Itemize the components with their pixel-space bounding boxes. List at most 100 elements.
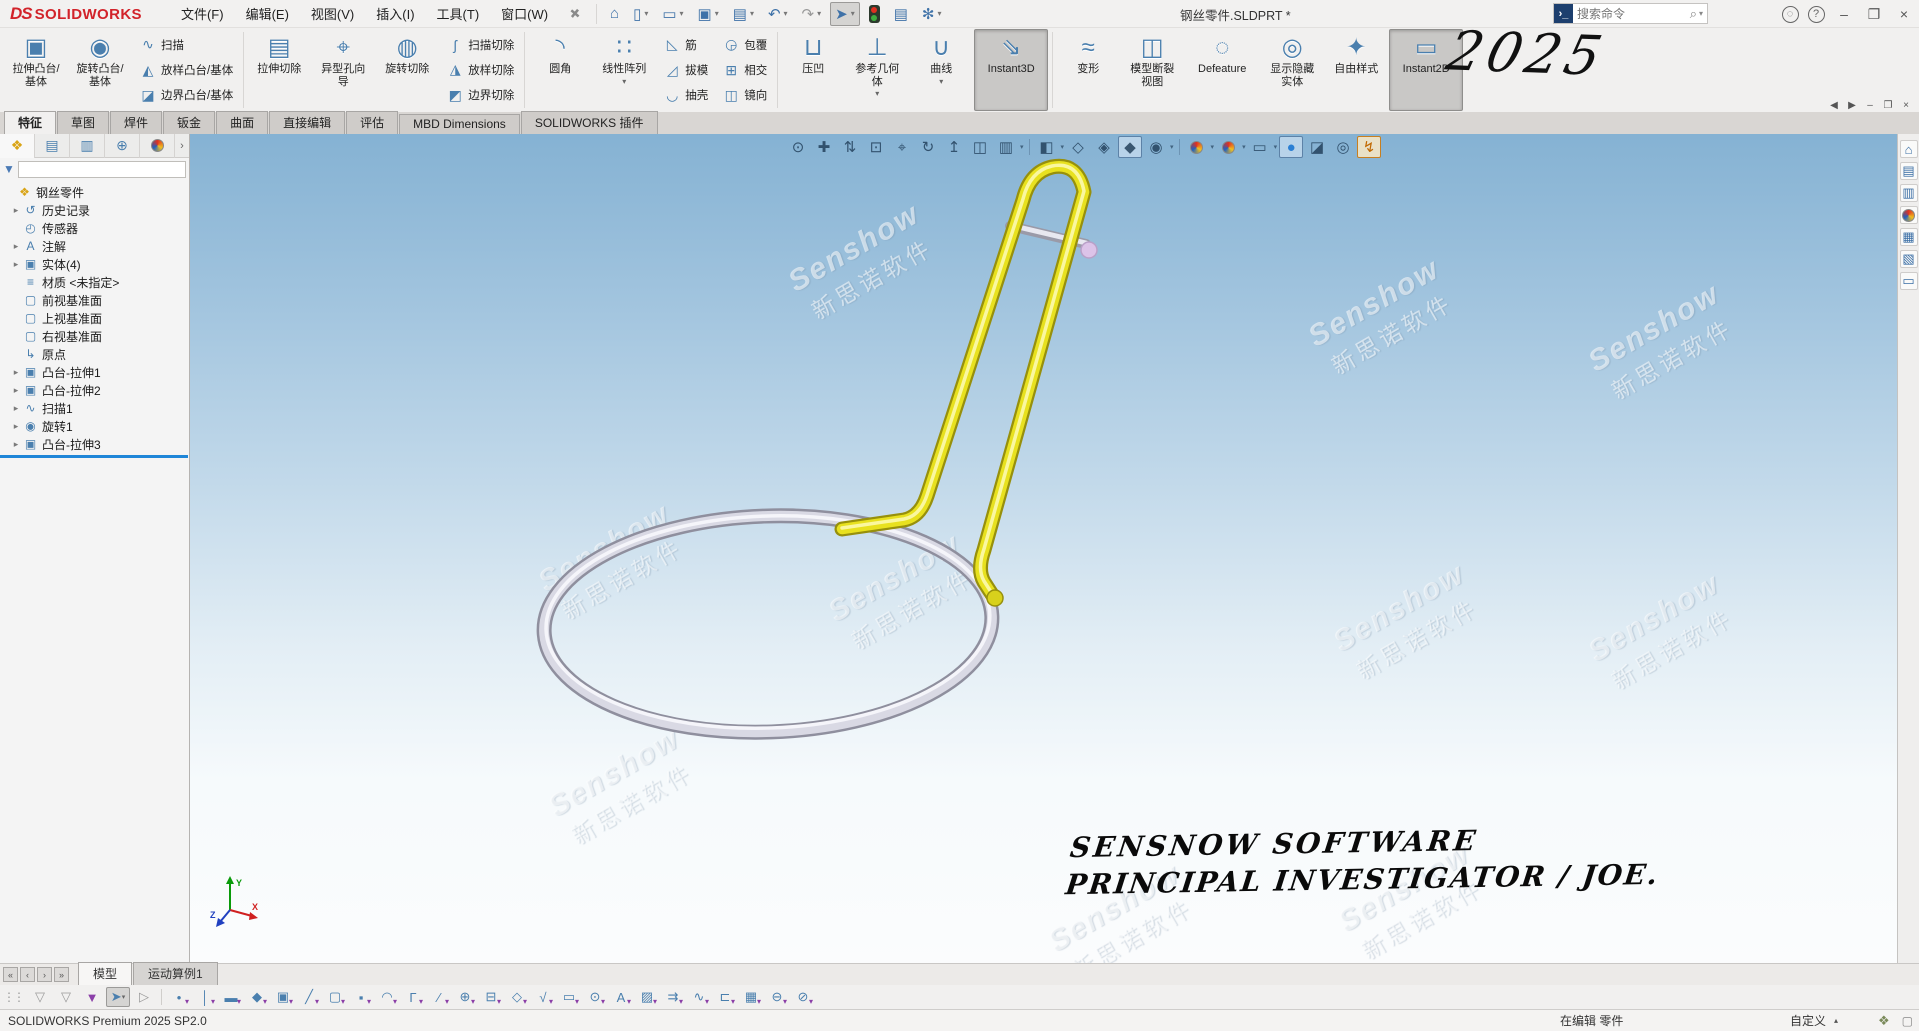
dimxpert-manager-tab[interactable]: ⊕ (105, 134, 140, 158)
filter-surface-finish[interactable]: ◇▾ (505, 987, 529, 1007)
customize-control[interactable]: 自定义 ▴ (1790, 1012, 1838, 1029)
tree-item-origin[interactable]: ↳原点 (0, 345, 189, 363)
filter-invert[interactable]: ▽ (54, 987, 78, 1007)
new-file-caret-icon[interactable]: ▾ (644, 9, 648, 18)
annotations-folder-expand-arrow[interactable]: ▸ (10, 241, 22, 252)
filter-vertices[interactable]: •▾ (167, 987, 191, 1007)
lofted-boss-base-button[interactable]: ◭放样凸台/基体 (134, 60, 238, 81)
revolved-cut-button[interactable]: ◍旋转切除 (376, 29, 438, 111)
menu-tools[interactable]: 工具(T) (426, 0, 491, 27)
design-library-icon[interactable]: ▤ (1900, 162, 1918, 180)
filter-weld-symbols[interactable]: ⇉▾ (661, 987, 685, 1007)
reference-geometry-button[interactable]: ⊥参考几何体▾ (846, 29, 908, 111)
tree-filter-input[interactable] (18, 161, 186, 178)
revolved-boss-base-button[interactable]: ◉旋转凸台/基体 (69, 29, 131, 111)
command-search[interactable]: ›_ ⌕ ▾ (1553, 3, 1708, 24)
first-tab-button[interactable]: « (3, 967, 18, 982)
filter-surface-bodies[interactable]: ◆▾ (245, 987, 269, 1007)
filter-dowel-pins[interactable]: ▦▾ (739, 987, 763, 1007)
custom-properties-icon[interactable]: ▧ (1900, 250, 1918, 268)
swept-boss-base-button[interactable]: ∿扫描 (134, 34, 238, 55)
reference-geometry-caret-icon[interactable]: ▾ (875, 89, 879, 98)
menu-edit[interactable]: 编辑(E) (235, 0, 300, 27)
tab-特征[interactable]: 特征 (4, 111, 56, 134)
doc-minimize-button[interactable]: – (1861, 98, 1879, 112)
menu-view[interactable]: 视图(V) (300, 0, 365, 27)
prev-tab-button[interactable]: ‹ (20, 967, 35, 982)
tab-草图[interactable]: 草图 (57, 111, 109, 134)
lasso-select[interactable]: ▷ (132, 987, 156, 1007)
model-break-view-button[interactable]: ◫模型断裂视图 (1121, 29, 1183, 111)
bottom-tab-运动算例1[interactable]: 运动算例1 (133, 962, 218, 985)
print-button[interactable]: ▤▾ (728, 2, 759, 26)
filter-weld-beads[interactable]: ∿▾ (687, 987, 711, 1007)
boundary-cut-button[interactable]: ◩边界切除 (441, 85, 519, 106)
filter-midpoints[interactable]: ∕▾ (427, 987, 451, 1007)
solid-bodies-folder-expand-arrow[interactable]: ▸ (10, 259, 22, 270)
filter-faces[interactable]: ▬▾ (219, 987, 243, 1007)
tab-MBD Dimensions[interactable]: MBD Dimensions (399, 114, 520, 134)
tree-root-part[interactable]: ❖钢丝零件 (0, 183, 189, 201)
tree-item-boss-extrude2[interactable]: ▸▣凸台-拉伸2 (0, 381, 189, 399)
filter-blocks[interactable]: ⊏▾ (713, 987, 737, 1007)
tab-焊件[interactable]: 焊件 (110, 111, 162, 134)
instant3d-button[interactable]: ⇘Instant3D (974, 29, 1048, 111)
tab-曲面[interactable]: 曲面 (216, 111, 268, 134)
options-gear-caret-icon[interactable]: ▾ (938, 9, 942, 18)
filter-sketch-segments[interactable]: Γ▾ (401, 987, 425, 1007)
deform-button[interactable]: ≈变形 (1057, 29, 1119, 111)
filter-center-marks[interactable]: ⊕▾ (453, 987, 477, 1007)
boss-extrude1-expand-arrow[interactable]: ▸ (10, 367, 22, 378)
menu-window[interactable]: 窗口(W) (490, 0, 559, 27)
new-file-button[interactable]: ▯▾ (628, 2, 653, 26)
rollback-bar[interactable] (0, 455, 188, 458)
filter-hatch[interactable]: ▨▾ (635, 987, 659, 1007)
select-tool-caret[interactable]: ▾ (122, 993, 126, 1001)
history-folder-expand-arrow[interactable]: ▸ (10, 205, 22, 216)
revolve1-expand-arrow[interactable]: ▸ (10, 421, 22, 432)
bottom-tab-模型[interactable]: 模型 (78, 962, 132, 985)
doc-close-button[interactable]: × (1897, 98, 1915, 112)
fillet-button[interactable]: ◝圆角 (529, 29, 591, 111)
linear-pattern-button[interactable]: ∷线性阵列▾ (593, 29, 655, 111)
search-dropdown-caret[interactable]: ▾ (1699, 9, 1707, 18)
menu-file[interactable]: 文件(F) (170, 0, 235, 27)
minimize-button[interactable]: – (1829, 2, 1859, 26)
tab-SOLIDWORKS 插件[interactable]: SOLIDWORKS 插件 (521, 111, 658, 134)
hole-wizard-button[interactable]: ⌖异型孔向导 (312, 29, 374, 111)
filter-edges[interactable]: │▾ (193, 987, 217, 1007)
tree-item-sweep1[interactable]: ▸∿扫描1 (0, 399, 189, 417)
swept-cut-button[interactable]: ʃ扫描切除 (441, 35, 519, 55)
linear-pattern-caret-icon[interactable]: ▾ (622, 77, 626, 86)
rib-button[interactable]: ◺筋 (658, 34, 713, 55)
sweep1-expand-arrow[interactable]: ▸ (10, 403, 22, 414)
tab-钣金[interactable]: 钣金 (163, 111, 215, 134)
intersect-button[interactable]: ⊞相交 (717, 60, 772, 81)
tree-item-boss-extrude1[interactable]: ▸▣凸台-拉伸1 (0, 363, 189, 381)
extruded-cut-button[interactable]: ▤拉伸切除 (248, 29, 310, 111)
filter-datums[interactable]: A▾ (609, 987, 633, 1007)
menu-insert[interactable]: 插入(I) (365, 0, 425, 27)
filter-notes[interactable]: ▭▾ (557, 987, 581, 1007)
shell-button[interactable]: ◡抽壳 (658, 85, 713, 106)
tree-item-top-plane[interactable]: ▢上视基准面 (0, 309, 189, 327)
draft-button[interactable]: ◿拔模 (658, 60, 713, 81)
last-tab-button[interactable]: » (54, 967, 69, 982)
tree-item-annotations-folder[interactable]: ▸A注解 (0, 237, 189, 255)
save-button[interactable]: ▣▾ (693, 2, 724, 26)
lofted-cut-button[interactable]: ◮放样切除 (441, 59, 519, 80)
show-hide-bodies-button[interactable]: ◎显示隐藏实体 (1261, 29, 1323, 111)
mirror-button[interactable]: ◫镜向 (717, 85, 772, 106)
filter-routing-points[interactable]: ⊘▾ (791, 987, 815, 1007)
select-cursor-button[interactable]: ➤▾ (830, 2, 860, 26)
extruded-boss-base-button[interactable]: ▣拉伸凸台/基体 (5, 29, 67, 111)
curves-caret-icon[interactable]: ▾ (939, 77, 943, 86)
filter-connection-points[interactable]: ⊖▾ (765, 987, 789, 1007)
next-tab-button[interactable]: › (37, 967, 52, 982)
tab-评估[interactable]: 评估 (346, 111, 398, 134)
doc-restore-button[interactable]: ❐ (1879, 98, 1897, 112)
filter-planes[interactable]: ▢▾ (323, 987, 347, 1007)
freestyle-button[interactable]: ✦自由样式 (1325, 29, 1387, 111)
close-button[interactable]: × (1889, 2, 1919, 26)
status-corner-icon[interactable]: ▢ (1902, 1014, 1913, 1028)
